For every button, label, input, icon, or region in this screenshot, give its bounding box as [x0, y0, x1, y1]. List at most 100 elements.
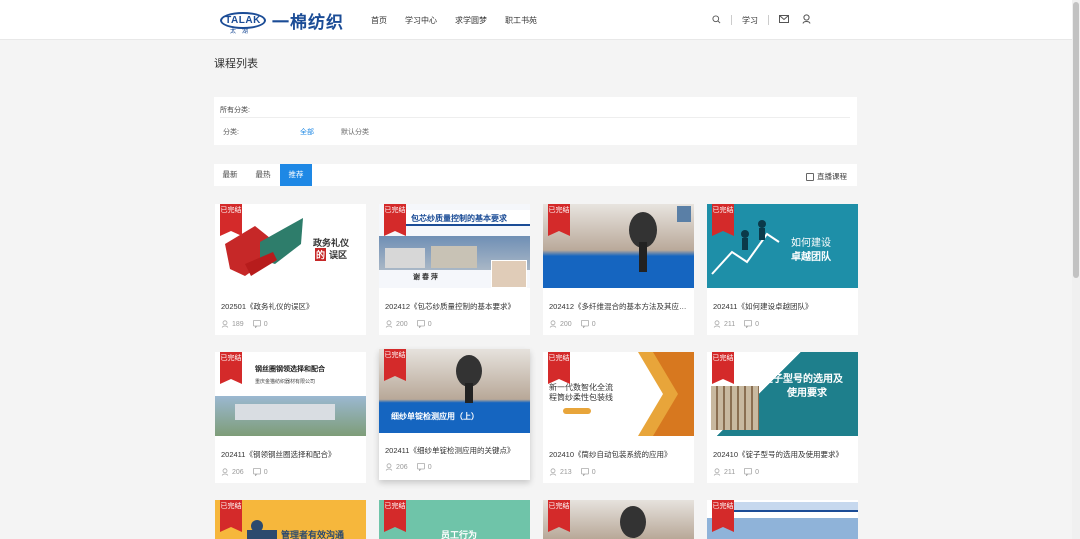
study-link[interactable]: 学习 — [742, 15, 758, 26]
scrollbar-thumb[interactable] — [1073, 2, 1079, 278]
comment-count: 0 — [263, 320, 268, 328]
course-meta: 200 0 — [385, 320, 441, 328]
comment-count: 0 — [427, 320, 432, 328]
thumb-text: 钢丝圈钢领选择和配合 — [255, 366, 325, 373]
course-card[interactable]: 锭子型号的选用及 使用要求 已完结 202410《锭子型号的选用及使用要求》 2… — [707, 352, 858, 483]
course-title[interactable]: 202411《钢领钢丝圈选择和配合》 — [221, 449, 361, 460]
comment-icon — [252, 320, 261, 328]
course-card[interactable]: 已完结 202412《多纤维混合的基本方法及其应用》 200 0 — [543, 204, 694, 335]
course-title[interactable]: 202501《政务礼仪的误区》 — [221, 301, 361, 312]
category-filter: 所有分类: 分类: 全部 默认分类 — [214, 97, 857, 145]
completed-badge: 已完结 — [712, 352, 734, 384]
course-title[interactable]: 202410《筒纱自动包装系统的应用》 — [549, 449, 689, 460]
user-icon[interactable] — [802, 14, 811, 26]
course-title[interactable]: 202411《细纱单锭检测应用的关键点》 — [385, 445, 525, 456]
view-count: 211 — [724, 468, 736, 476]
search-icon[interactable] — [712, 14, 721, 26]
course-title[interactable]: 202412《多纤维混合的基本方法及其应用》 — [549, 301, 689, 312]
completed-badge: 已完结 — [712, 500, 734, 532]
tab-latest[interactable]: 最新 — [216, 164, 244, 186]
completed-badge: 已完结 — [712, 204, 734, 236]
completed-badge: 已完结 — [548, 204, 570, 236]
thumb-text: 误区 — [329, 250, 348, 260]
thumb-text: 员工行为 — [441, 530, 478, 539]
completed-badge: 已完结 — [384, 500, 406, 532]
course-title[interactable]: 202410《锭子型号的选用及使用要求》 — [713, 449, 853, 460]
course-card[interactable]: 包芯纱质量控制的基本要求 谢 春 萍 已完结 202412《包芯纱质量控制的基本… — [379, 204, 530, 335]
divider — [768, 15, 769, 25]
course-card[interactable]: 已完结 — [543, 500, 694, 539]
course-meta: 206 0 — [385, 463, 441, 471]
mail-icon[interactable] — [779, 15, 789, 25]
comment-icon — [744, 320, 753, 328]
completed-badge: 已完结 — [548, 352, 570, 384]
vertical-scrollbar[interactable] — [1072, 0, 1080, 539]
course-meta: 211 0 — [713, 320, 768, 328]
course-card[interactable]: 管理者有效沟通 已完结 — [215, 500, 366, 539]
header-actions: 学习 — [712, 0, 811, 40]
thumb-text: 管理者有效沟通 — [281, 530, 345, 539]
comment-count: 0 — [755, 468, 760, 476]
course-card[interactable]: 钢丝圈钢领选择和配合 重庆金猫纺织器材有限公司 已完结 202411《钢领钢丝圈… — [215, 352, 366, 483]
tab-hottest[interactable]: 最热 — [248, 164, 278, 186]
thumb-text: 卓越团队 — [791, 252, 831, 263]
nav-item-learning[interactable]: 学习中心 — [405, 15, 437, 26]
course-card[interactable]: 细纱单锭检测应用（上） 已完结 202411《细纱单锭检测应用的关键点》 206… — [379, 349, 530, 480]
course-meta: 213 0 — [549, 468, 605, 476]
view-count: 206 — [396, 463, 408, 471]
course-card[interactable]: 员工行为 已完结 — [379, 500, 530, 539]
course-meta: 206 0 — [221, 468, 277, 476]
course-title[interactable]: 202412《包芯纱质量控制的基本要求》 — [385, 301, 525, 312]
thumb-text: 谢 春 萍 — [413, 274, 438, 281]
user-icon — [221, 468, 229, 476]
course-meta: 200 0 — [549, 320, 605, 328]
completed-badge: 已完结 — [220, 352, 242, 384]
course-meta: 189 0 — [221, 320, 277, 328]
category-option-all[interactable]: 全部 — [300, 127, 314, 137]
comment-icon — [580, 468, 589, 476]
comment-count: 0 — [591, 320, 596, 328]
divider — [731, 15, 732, 25]
comment-icon — [416, 320, 425, 328]
nav-item-home[interactable]: 首页 — [371, 15, 387, 26]
thumb-text: 如何建设 — [791, 238, 831, 249]
user-icon — [549, 320, 557, 328]
top-header: TALAK 一棉纺织 太湖 首页 学习中心 求学圆梦 职工书苑 学习 — [0, 0, 1072, 40]
completed-badge: 已完结 — [384, 204, 406, 236]
nav-item-dream[interactable]: 求学圆梦 — [455, 15, 487, 26]
category-option-default[interactable]: 默认分类 — [341, 127, 369, 137]
category-label: 分类: — [223, 129, 239, 136]
nav-item-library[interactable]: 职工书苑 — [505, 15, 537, 26]
page-title: 课程列表 — [214, 58, 258, 70]
brand-name: 一棉纺织 — [272, 13, 344, 32]
view-count: 206 — [232, 468, 244, 476]
thumb-text: 的 — [315, 248, 327, 261]
divider — [220, 117, 850, 118]
comment-count: 0 — [427, 463, 432, 471]
sort-bar: 最新 最热 推荐 直播课程 — [214, 164, 857, 186]
logo-sub: 太湖 — [230, 29, 255, 35]
course-card[interactable]: 已完结 — [707, 500, 858, 539]
live-course-toggle[interactable]: 直播课程 — [806, 171, 847, 182]
course-title[interactable]: 202411《如何建设卓越团队》 — [713, 301, 853, 312]
course-card[interactable]: 政务礼仪 的 误区 已完结 202501《政务礼仪的误区》 189 0 — [215, 204, 366, 335]
main-nav: 首页 学习中心 求学圆梦 职工书苑 — [362, 0, 546, 40]
completed-badge: 已完结 — [220, 204, 242, 236]
view-count: 200 — [396, 320, 408, 328]
comment-icon — [416, 463, 425, 471]
tab-recommended[interactable]: 推荐 — [280, 164, 312, 186]
user-icon — [221, 320, 229, 328]
completed-badge: 已完结 — [220, 500, 242, 532]
view-count: 189 — [232, 320, 244, 328]
live-label: 直播课程 — [817, 172, 847, 181]
thumb-text: 细纱单锭检测应用（上） — [391, 412, 479, 421]
thumb-text: 程筒纱柔性包装线 — [549, 393, 613, 402]
completed-badge: 已完结 — [548, 500, 570, 532]
course-meta: 211 0 — [713, 468, 768, 476]
view-count: 200 — [560, 320, 572, 328]
comment-icon — [744, 468, 753, 476]
user-icon — [385, 463, 393, 471]
course-card[interactable]: 新一代数智化全流 程筒纱柔性包装线 已完结 202410《筒纱自动包装系统的应用… — [543, 352, 694, 483]
course-card[interactable]: 如何建设 卓越团队 已完结 202411《如何建设卓越团队》 211 0 — [707, 204, 858, 335]
live-checkbox[interactable] — [806, 172, 814, 181]
